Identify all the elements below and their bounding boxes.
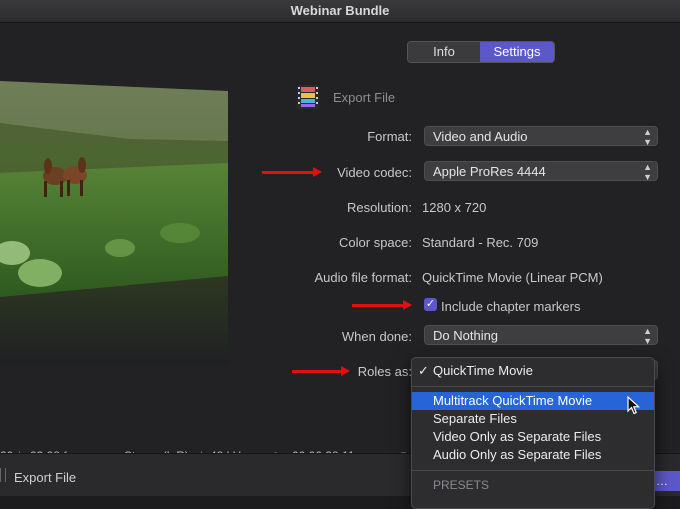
menu-item-label: QuickTime Movie	[433, 363, 533, 378]
color-space-label: Color space:	[339, 235, 412, 250]
format-label: Format:	[367, 129, 412, 144]
bottom-export-file-label: Export File	[14, 470, 77, 485]
format-popup[interactable]: Video and Audio ▲ ▼	[424, 126, 658, 147]
audio-format-value: QuickTime Movie (Linear PCM)	[422, 270, 603, 285]
chevron-updown-icon: ▲ ▼	[643, 162, 652, 182]
video-codec-label: Video codec:	[337, 165, 412, 180]
menu-separator	[412, 470, 654, 471]
tab-settings[interactable]: Settings	[480, 42, 554, 62]
roles-as-label: Roles as:	[357, 364, 412, 379]
grip-handle	[0, 468, 6, 482]
menu-item-multitrack-quicktime-movie[interactable]: Multitrack QuickTime Movie	[412, 392, 654, 410]
chapter-markers-checkbox[interactable]: ✓	[424, 298, 437, 311]
info-settings-tabs: Info Settings	[407, 41, 555, 63]
window-title: Webinar Bundle	[0, 0, 680, 23]
format-value: Video and Audio	[433, 129, 528, 144]
checkmark-icon: ✓	[418, 363, 429, 378]
video-preview	[0, 63, 228, 363]
resolution-value: 1280 x 720	[422, 200, 487, 215]
menu-separator	[412, 386, 654, 387]
video-codec-popup[interactable]: Apple ProRes 4444 ▲ ▼	[424, 161, 658, 182]
mouse-pointer-icon	[627, 396, 641, 415]
menu-section-presets: PRESETS	[433, 478, 490, 492]
video-thumbnail-image	[0, 81, 228, 363]
resolution-label: Resolution:	[346, 200, 412, 215]
roles-as-menu: ✓ QuickTime Movie Multitrack QuickTime M…	[411, 357, 655, 509]
tab-info[interactable]: Info	[408, 42, 480, 62]
chapter-markers-label: Include chapter markers	[441, 299, 581, 314]
export-destination-label: Export File	[333, 89, 396, 105]
chevron-updown-icon: ▲ ▼	[643, 326, 652, 346]
menu-item-quicktime-movie[interactable]: ✓ QuickTime Movie	[412, 362, 654, 380]
red-arrow-annotation	[262, 167, 322, 177]
film-strip-icon	[297, 85, 319, 109]
export-destination-header: Export File	[297, 85, 395, 109]
menu-item-audio-only[interactable]: Audio Only as Separate Files	[412, 446, 654, 464]
audio-format-label: Audio file format:	[314, 270, 412, 285]
when-done-label: When done:	[341, 329, 412, 344]
chevron-updown-icon: ▲ ▼	[643, 127, 652, 147]
menu-item-separate-files[interactable]: Separate Files	[412, 410, 654, 428]
red-arrow-annotation	[292, 366, 350, 376]
color-space-value: Standard - Rec. 709	[422, 235, 539, 250]
menu-item-video-only[interactable]: Video Only as Separate Files	[412, 428, 654, 446]
when-done-popup[interactable]: Do Nothing ▲ ▼	[424, 325, 658, 346]
when-done-value: Do Nothing	[433, 328, 499, 343]
video-codec-value: Apple ProRes 4444	[433, 164, 546, 179]
red-arrow-annotation	[352, 300, 412, 310]
